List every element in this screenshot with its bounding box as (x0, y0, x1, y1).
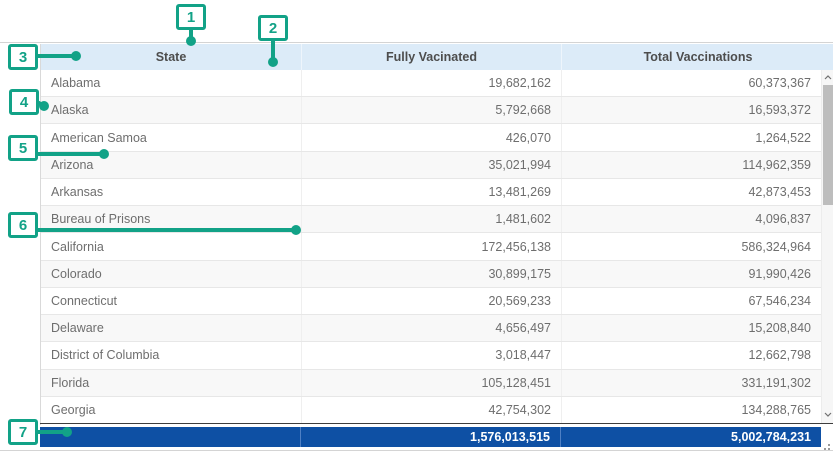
table-row[interactable]: Alaska 5,792,668 16,593,372 (41, 97, 821, 124)
table-row[interactable]: Colorado 30,899,175 91,990,426 (41, 261, 821, 288)
total-vaccinations-cell: 134,288,765 (561, 397, 821, 423)
state-cell: Delaware (41, 315, 301, 341)
total-vaccinations-cell: 4,096,837 (561, 206, 821, 232)
fully-vacinated-cell: 105,128,451 (301, 370, 561, 396)
total-vaccinations-cell: 114,962,359 (561, 152, 821, 178)
total-vaccinations-cell: 331,191,302 (561, 370, 821, 396)
summary-top-border (40, 423, 833, 424)
table-row[interactable]: Arizona 35,021,994 114,962,359 (41, 152, 821, 179)
fully-vacinated-cell: 35,021,994 (301, 152, 561, 178)
state-cell: Bureau of Prisons (41, 206, 301, 232)
table-body: Alabama 19,682,162 60,373,367 Alaska 5,7… (41, 70, 821, 424)
header-cell-state[interactable]: State (41, 44, 301, 70)
fully-vacinated-cell: 20,569,233 (301, 288, 561, 314)
table-row[interactable]: District of Columbia 3,018,447 12,662,79… (41, 342, 821, 369)
total-vaccinations-cell: 91,990,426 (561, 261, 821, 287)
summary-state-cell (40, 427, 300, 447)
fully-vacinated-cell: 426,070 (301, 124, 561, 150)
header-cell-total-vaccinations[interactable]: Total Vaccinations (561, 44, 833, 70)
table-row[interactable]: Arkansas 13,481,269 42,873,453 (41, 179, 821, 206)
annotation-box-5: 5 (8, 135, 38, 161)
summary-row: 1,576,013,515 5,002,784,231 (40, 427, 821, 447)
table-row[interactable]: California 172,456,138 586,324,964 (41, 233, 821, 260)
fully-vacinated-cell: 30,899,175 (301, 261, 561, 287)
top-divider (0, 42, 833, 43)
fully-vacinated-cell: 13,481,269 (301, 179, 561, 205)
chevron-down-icon (824, 412, 832, 417)
fully-vacinated-cell: 3,018,447 (301, 342, 561, 368)
total-vaccinations-cell: 1,264,522 (561, 124, 821, 150)
total-vaccinations-cell: 12,662,798 (561, 342, 821, 368)
state-cell: Colorado (41, 261, 301, 287)
state-cell: American Samoa (41, 124, 301, 150)
fully-vacinated-cell: 4,656,497 (301, 315, 561, 341)
table-row[interactable]: Delaware 4,656,497 15,208,840 (41, 315, 821, 342)
fully-vacinated-cell: 1,481,602 (301, 206, 561, 232)
header-row: State Fully Vacinated Total Vaccinations (41, 44, 833, 70)
scroll-down-button[interactable] (822, 408, 833, 420)
annotation-box-3: 3 (8, 44, 38, 70)
total-vaccinations-cell: 60,373,367 (561, 70, 821, 96)
annotation-box-4: 4 (9, 89, 39, 115)
chevron-up-icon (824, 75, 832, 80)
fully-vacinated-cell: 19,682,162 (301, 70, 561, 96)
table-row[interactable]: American Samoa 426,070 1,264,522 (41, 124, 821, 151)
state-cell: Arkansas (41, 179, 301, 205)
data-table: State Fully Vacinated Total Vaccinations… (40, 44, 833, 425)
fully-vacinated-cell: 42,754,302 (301, 397, 561, 423)
state-cell: Arizona (41, 152, 301, 178)
state-cell: Alaska (41, 97, 301, 123)
scroll-up-button[interactable] (822, 71, 833, 83)
table-row[interactable]: Connecticut 20,569,233 67,546,234 (41, 288, 821, 315)
total-vaccinations-cell: 15,208,840 (561, 315, 821, 341)
fully-vacinated-cell: 172,456,138 (301, 233, 561, 259)
resize-grip-icon (824, 444, 830, 450)
state-cell: Connecticut (41, 288, 301, 314)
total-vaccinations-cell: 67,546,234 (561, 288, 821, 314)
annotation-box-1: 1 (176, 4, 206, 30)
table-row[interactable]: Florida 105,128,451 331,191,302 (41, 370, 821, 397)
header-cell-fully-vacinated[interactable]: Fully Vacinated (301, 44, 561, 70)
state-cell: District of Columbia (41, 342, 301, 368)
annotation-box-7: 7 (8, 419, 38, 445)
state-cell: Alabama (41, 70, 301, 96)
bottom-divider (0, 450, 833, 451)
fully-vacinated-cell: 5,792,668 (301, 97, 561, 123)
state-cell: Georgia (41, 397, 301, 423)
total-vaccinations-cell: 16,593,372 (561, 97, 821, 123)
total-vaccinations-cell: 42,873,453 (561, 179, 821, 205)
table-row[interactable]: Alabama 19,682,162 60,373,367 (41, 70, 821, 97)
state-cell: California (41, 233, 301, 259)
state-cell: Florida (41, 370, 301, 396)
vaccination-table-screenshot: State Fully Vacinated Total Vaccinations… (0, 0, 833, 453)
annotation-box-6: 6 (8, 212, 38, 238)
total-vaccinations-cell: 586,324,964 (561, 233, 821, 259)
vertical-scrollbar[interactable] (821, 70, 833, 424)
annotation-box-2: 2 (258, 15, 288, 41)
table-row[interactable]: Georgia 42,754,302 134,288,765 (41, 397, 821, 424)
table-row[interactable]: Bureau of Prisons 1,481,602 4,096,837 (41, 206, 821, 233)
scrollbar-thumb[interactable] (823, 85, 833, 205)
summary-fully-vacinated-total: 1,576,013,515 (300, 427, 560, 447)
summary-total-vaccinations-total: 5,002,784,231 (560, 427, 821, 447)
